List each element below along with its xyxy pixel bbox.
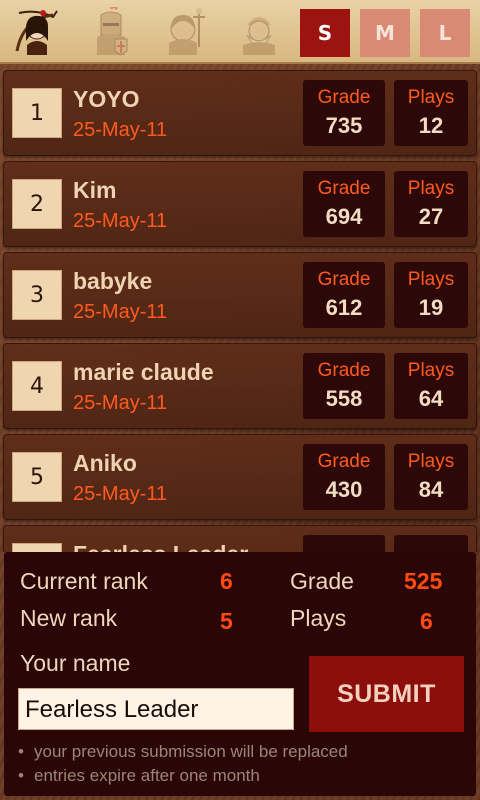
- grade-value: 735: [325, 113, 363, 138]
- grade-value: 525: [404, 568, 443, 594]
- grade-label: Grade: [317, 178, 371, 199]
- leaderboard-row: 1 YOYO 25-May-11 Grade 735 Plays 12: [3, 70, 477, 156]
- leaderboard-row: 6 Fearless Leader Grade Plays: [3, 525, 477, 552]
- leaderboard-list[interactable]: 1 YOYO 25-May-11 Grade 735 Plays 12 2 Ki…: [0, 64, 480, 552]
- current-rank-value: 6: [220, 568, 233, 594]
- grade-box: Grade 558: [303, 353, 385, 419]
- plays-box: Plays 84: [394, 444, 468, 510]
- rank-number: 6: [12, 543, 62, 552]
- plays-value: 19: [418, 295, 444, 320]
- rank-number: 4: [12, 361, 62, 411]
- plays-label: Plays: [407, 269, 455, 290]
- plays-label: Plays: [407, 451, 455, 472]
- grade-box: Grade 430: [303, 444, 385, 510]
- leaderboard-row: 5 Aniko 25-May-11 Grade 430 Plays 84: [3, 434, 477, 520]
- rank-number: 2: [12, 179, 62, 229]
- entry-date: 25-May-11: [73, 210, 168, 232]
- grade-box: Grade 694: [303, 171, 385, 237]
- entry-date: 25-May-11: [73, 483, 168, 505]
- priest-icon[interactable]: [160, 7, 210, 57]
- plays-box: Plays: [394, 535, 468, 552]
- size-l-button[interactable]: L: [420, 9, 470, 57]
- grade-value: 430: [325, 477, 363, 502]
- grade-box: Grade: [303, 535, 385, 552]
- size-m-button[interactable]: M: [360, 9, 410, 57]
- grade-label: Grade: [317, 360, 371, 381]
- size-s-button[interactable]: S: [300, 9, 350, 57]
- rank-number: 3: [12, 270, 62, 320]
- bullet-icon: •: [18, 742, 24, 761]
- rank-number: 5: [12, 452, 62, 502]
- new-rank-value: 5: [220, 608, 233, 634]
- grade-label: Grade: [317, 269, 371, 290]
- note-item: • entries expire after one month: [18, 766, 260, 786]
- grade-value: 694: [325, 204, 363, 229]
- grade-value: 558: [325, 386, 363, 411]
- plays-box: Plays 19: [394, 262, 468, 328]
- plays-value: 12: [418, 113, 444, 138]
- note-item: • your previous submission will be replac…: [18, 742, 348, 762]
- archer-girl-icon[interactable]: [12, 7, 62, 57]
- your-name-label: Your name: [20, 650, 131, 676]
- new-rank-label: New rank: [20, 605, 118, 631]
- plays-value: 6: [420, 608, 433, 634]
- player-name: Fearless Leader: [73, 541, 248, 552]
- leaderboard-row: 4 marie claude 25-May-11 Grade 558 Plays…: [3, 343, 477, 429]
- leaderboard-row: 2 Kim 25-May-11 Grade 694 Plays 27: [3, 161, 477, 247]
- entry-date: 25-May-11: [73, 392, 168, 414]
- current-rank-label: Current rank: [20, 568, 148, 594]
- leaderboard-row: 3 babyke 25-May-11 Grade 612 Plays 19: [3, 252, 477, 338]
- plays-value: 27: [418, 204, 444, 229]
- plays-label: Plays: [407, 87, 455, 108]
- plays-label: Plays: [407, 178, 455, 199]
- name-input[interactable]: Fearless Leader: [18, 688, 294, 730]
- plays-value: 84: [418, 477, 444, 502]
- wizard-icon[interactable]: [234, 7, 284, 57]
- grade-box: Grade 612: [303, 262, 385, 328]
- grade-box: Grade 735: [303, 80, 385, 146]
- bullet-icon: •: [18, 766, 24, 785]
- submit-button[interactable]: SUBMIT: [309, 656, 464, 732]
- entry-date: 25-May-11: [73, 119, 168, 141]
- top-bar: S M L: [0, 0, 480, 64]
- player-name: YOYO: [73, 86, 140, 112]
- grade-value: 612: [325, 295, 363, 320]
- grade-label: Grade: [290, 568, 354, 594]
- plays-value: 64: [418, 386, 444, 411]
- grade-label: Grade: [317, 87, 371, 108]
- note-text: entries expire after one month: [34, 766, 260, 785]
- plays-label: Plays: [407, 360, 455, 381]
- player-name: babyke: [73, 268, 153, 294]
- grade-label: Grade: [317, 451, 371, 472]
- player-name: marie claude: [73, 359, 214, 385]
- knight-icon[interactable]: [86, 7, 136, 57]
- rank-number: 1: [12, 88, 62, 138]
- plays-box: Plays 27: [394, 171, 468, 237]
- player-name: Aniko: [73, 450, 137, 476]
- plays-label: Plays: [290, 605, 347, 631]
- submission-panel: Current rank 6 Grade 525 New rank 5 Play…: [4, 552, 476, 796]
- entry-date: 25-May-11: [73, 301, 168, 323]
- plays-box: Plays 64: [394, 353, 468, 419]
- note-text: your previous submission will be replace…: [34, 742, 348, 761]
- plays-box: Plays 12: [394, 80, 468, 146]
- player-name: Kim: [73, 177, 117, 203]
